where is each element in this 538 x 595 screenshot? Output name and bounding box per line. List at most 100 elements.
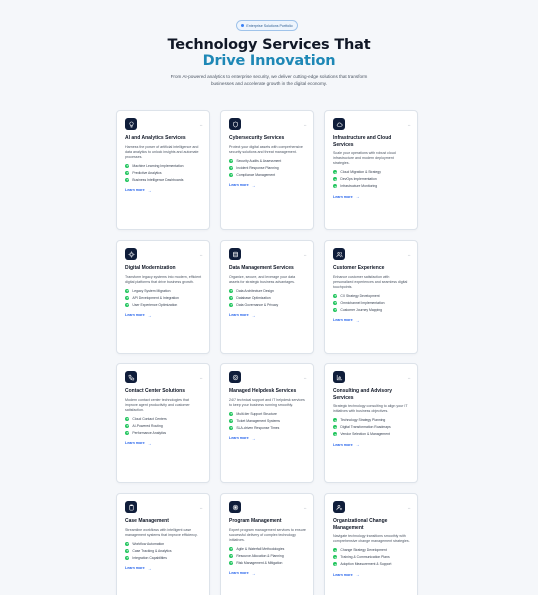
check-icon [333,177,338,182]
check-icon [125,170,130,175]
feature-item: Adoption Measurement & Support [333,562,410,567]
learn-more-label: Learn more [333,572,353,577]
feature-label: Performance Analytics [132,430,167,435]
check-icon [125,423,130,428]
arrow-right-icon: → [147,565,152,571]
learn-more-label: Learn more [333,442,353,447]
service-card[interactable]: ↔ Cybersecurity Services Protect your digi… [220,110,314,230]
service-card[interactable]: ↔ Organizational Change Management Navigat… [324,493,418,595]
service-card[interactable]: ↔ Infrastructure and Cloud Services Scale … [324,110,418,230]
service-card[interactable]: ↔ Program Management Expert program manage… [220,493,314,595]
check-icon [229,553,234,558]
card-title: Infrastructure and Cloud Services [333,135,392,148]
arrow-right-icon: → [147,312,152,318]
check-icon [229,546,234,551]
service-card[interactable]: ↔ AI and Analytics Services Harness the po… [116,110,210,230]
learn-more-link[interactable]: Learn more → [229,183,306,188]
service-card[interactable]: ↔ Data Management Services Organize, secur… [220,240,314,354]
arrow-right-icon: → [355,442,360,448]
user-cog-icon [333,501,345,513]
service-card[interactable]: ↔ Customer Experience Enhance customer sat… [324,240,418,354]
feature-label: API Development & Integration [132,295,179,300]
feature-label: Cloud Migration & Strategy [340,170,381,174]
service-card[interactable]: ↔ Case Management Streamline workflows wit… [116,493,210,595]
feature-item: Multi-tier Support Structure [229,411,306,416]
feature-list: Agile & Waterfall Methodologies Resource … [229,546,306,565]
card-description: Strategic technology consulting to align… [333,404,408,413]
feature-label: DevOps Implementation [340,177,377,181]
card-description: Enhance customer satisfaction with perso… [333,274,408,289]
feature-label: Workflow Automation [132,541,165,546]
expand-icon: ↔ [407,375,411,380]
service-card[interactable]: ↔ Managed Helpdesk Services 24/7 technical… [220,363,314,483]
card-title: Contact Center Solutions [125,388,186,394]
learn-more-link[interactable]: Learn more → [229,313,306,318]
learn-more-label: Learn more [229,436,249,441]
feature-item: Legacy System Migration [125,288,202,293]
card-title: Cybersecurity Services [229,135,285,141]
card-title: Consulting and Advisory Services [333,388,392,401]
learn-more-link[interactable]: Learn more → [125,188,202,193]
feature-item: Training & Communication Plans [333,555,410,560]
learn-more-link[interactable]: Learn more → [333,442,410,447]
feature-item: Incident Response Planning [229,165,306,170]
check-icon [125,555,130,560]
arrow-right-icon: → [355,572,360,578]
portfolio-badge: Enterprise Solutions Portfolio [236,20,298,31]
feature-list: Change Strategy Development Training & Co… [333,548,410,567]
learn-more-link[interactable]: Learn more → [125,313,202,318]
feature-item: Vendor Selection & Management [333,432,410,437]
check-icon [229,295,234,300]
feature-label: Data Architecture Design [236,288,274,293]
feature-list: Technology Strategy Planning Digital Tran… [333,418,410,437]
arrow-right-icon: → [147,187,152,193]
card-description: Transform legacy systems into modern, ef… [125,274,202,284]
feature-label: Integration Capabilities [132,555,167,560]
expand-icon: ↔ [407,505,411,510]
feature-list: Multi-tier Support Structure Ticket Manag… [229,411,306,430]
learn-more-label: Learn more [125,566,145,571]
check-icon [125,541,130,546]
learn-more-label: Learn more [333,318,353,323]
hero-subtitle: From AI-powered analytics to enterprise … [170,74,368,86]
learn-more-label: Learn more [229,183,249,188]
check-icon [333,432,338,437]
check-icon [333,425,338,430]
learn-more-link[interactable]: Learn more → [333,194,410,199]
feature-item: Agile & Waterfall Methodologies [229,546,306,551]
feature-item: Machine Learning Implementation [125,163,202,168]
feature-item: Risk Management & Mitigation [229,560,306,565]
check-icon [229,158,234,163]
learn-more-label: Learn more [229,313,249,318]
service-card[interactable]: ↔ Digital Modernization Transform legacy s… [116,240,210,354]
feature-item: DevOps Implementation [333,177,410,182]
feature-list: Security Audits & Assessment Incident Res… [229,158,306,177]
feature-label: CX Strategy Development [340,293,380,298]
page: Enterprise Solutions Portfolio Technolog… [0,0,538,595]
card-description: Harness the power of artificial intellig… [125,144,199,159]
card-title: Customer Experience [333,265,385,271]
check-icon [125,288,130,293]
users-icon [333,248,345,260]
card-title: Program Management [229,518,282,524]
feature-label: Adoption Measurement & Support [340,562,392,566]
feature-item: AI-Powered Routing [125,423,202,428]
service-card[interactable]: ↔ Contact Center Solutions Modern contact … [116,363,210,483]
learn-more-link[interactable]: Learn more → [229,436,306,441]
learn-more-link[interactable]: Learn more → [333,318,410,323]
feature-label: Security Audits & Assessment [236,158,282,163]
feature-label: Business Intelligence Dashboards [132,177,184,182]
learn-more-link[interactable]: Learn more → [333,572,410,577]
check-icon [125,416,130,421]
check-icon [229,302,234,307]
learn-more-link[interactable]: Learn more → [229,571,306,576]
learn-more-link[interactable]: Learn more → [125,566,202,571]
feature-label: Technology Strategy Planning [340,418,386,422]
service-card[interactable]: ↔ Consulting and Advisory Services Strateg… [324,363,418,483]
expand-icon: ↔ [303,375,307,380]
feature-item: Customer Journey Mapping [333,307,410,312]
expand-icon: ↔ [303,122,307,127]
learn-more-link[interactable]: Learn more → [125,441,202,446]
card-title: Digital Modernization [125,265,176,271]
card-title: Organizational Change Management [333,518,388,531]
